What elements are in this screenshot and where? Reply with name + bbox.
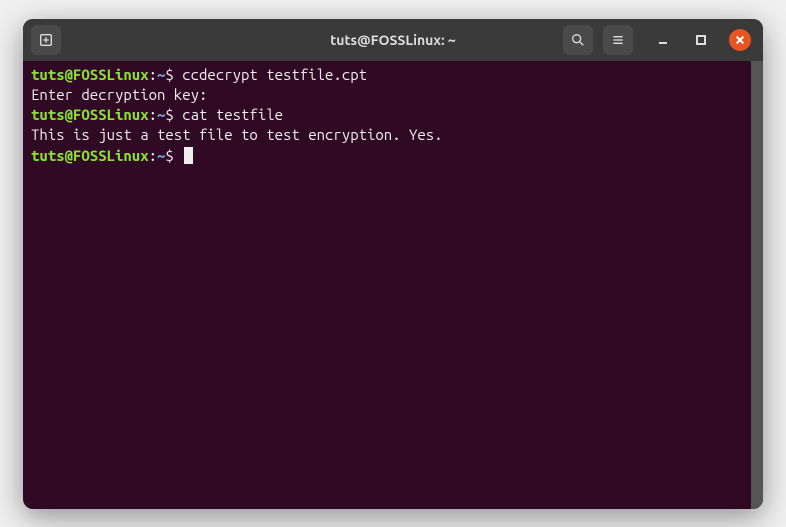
minimize-icon xyxy=(657,34,669,46)
terminal-line: tuts@FOSSLinux:~$ xyxy=(31,146,751,166)
terminal-body[interactable]: tuts@FOSSLinux:~$ ccdecrypt testfile.cpt… xyxy=(23,61,763,509)
prompt-dollar: $ xyxy=(165,106,182,123)
scrollbar[interactable] xyxy=(751,61,763,509)
terminal-content: tuts@FOSSLinux:~$ ccdecrypt testfile.cpt… xyxy=(31,65,751,505)
prompt-dollar: $ xyxy=(165,66,182,83)
prompt-dollar: $ xyxy=(165,147,182,164)
titlebar-right xyxy=(563,25,755,55)
prompt-user-host: tuts@FOSSLinux xyxy=(31,66,149,83)
prompt-colon: : xyxy=(149,147,157,164)
prompt-colon: : xyxy=(149,106,157,123)
cursor xyxy=(184,147,193,164)
scroll-thumb[interactable] xyxy=(751,61,763,509)
search-button[interactable] xyxy=(563,25,593,55)
terminal-line: tuts@FOSSLinux:~$ cat testfile xyxy=(31,105,751,125)
terminal-output: Enter decryption key: xyxy=(31,85,751,105)
terminal-output: This is just a test file to test encrypt… xyxy=(31,125,751,145)
search-icon xyxy=(570,32,586,48)
minimize-button[interactable] xyxy=(653,30,673,50)
window-title: tuts@FOSSLinux: ~ xyxy=(330,32,455,48)
menu-button[interactable] xyxy=(603,25,633,55)
titlebar-left xyxy=(31,25,61,55)
close-button[interactable] xyxy=(729,29,751,51)
maximize-icon xyxy=(695,34,707,46)
command-text: ccdecrypt testfile.cpt xyxy=(182,66,367,83)
hamburger-icon xyxy=(610,32,626,48)
prompt-user-host: tuts@FOSSLinux xyxy=(31,106,149,123)
new-tab-icon xyxy=(38,32,54,48)
new-tab-button[interactable] xyxy=(31,25,61,55)
window-controls xyxy=(653,29,751,51)
prompt-colon: : xyxy=(149,66,157,83)
terminal-window: tuts@FOSSLinux: ~ xyxy=(23,19,763,509)
command-text: cat testfile xyxy=(182,106,283,123)
titlebar: tuts@FOSSLinux: ~ xyxy=(23,19,763,61)
maximize-button[interactable] xyxy=(691,30,711,50)
terminal-line: tuts@FOSSLinux:~$ ccdecrypt testfile.cpt xyxy=(31,65,751,85)
close-icon xyxy=(735,35,745,45)
prompt-user-host: tuts@FOSSLinux xyxy=(31,147,149,164)
